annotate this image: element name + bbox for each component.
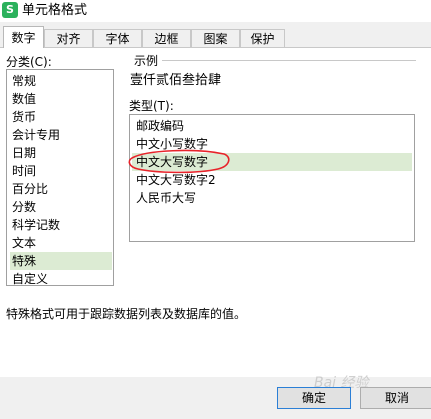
- type-list[interactable]: 邮政编码 中文小写数字 中文大写数字 中文大写数字2 人民币大写: [129, 114, 415, 242]
- sample-label: 示例: [134, 54, 159, 68]
- ok-button[interactable]: 确定: [277, 387, 351, 409]
- category-item-fraction[interactable]: 分数: [10, 198, 112, 216]
- category-item-currency[interactable]: 货币: [10, 108, 112, 126]
- tab-font[interactable]: 字体: [93, 29, 142, 47]
- cancel-button[interactable]: 取消: [360, 387, 431, 409]
- type-item-postal-code[interactable]: 邮政编码: [132, 117, 412, 135]
- tab-border[interactable]: 边框: [142, 29, 191, 47]
- type-label: 类型(T):: [129, 99, 174, 113]
- format-description: 特殊格式可用于跟踪数据列表及数据库的值。: [6, 307, 247, 321]
- category-list[interactable]: 常规 数值 货币 会计专用 日期 时间 百分比 分数 科学记数 文本 特殊 自定…: [6, 69, 114, 286]
- sample-value: 壹仟贰佰叁拾肆: [130, 73, 222, 88]
- category-label: 分类(C):: [6, 55, 52, 69]
- window-title: 单元格格式: [22, 3, 88, 18]
- category-item-custom[interactable]: 自定义: [10, 270, 112, 288]
- category-item-number[interactable]: 数值: [10, 90, 112, 108]
- category-item-general[interactable]: 常规: [10, 72, 112, 90]
- category-item-percentage[interactable]: 百分比: [10, 180, 112, 198]
- type-item-chinese-lowercase[interactable]: 中文小写数字: [132, 135, 412, 153]
- category-item-time[interactable]: 时间: [10, 162, 112, 180]
- category-item-date[interactable]: 日期: [10, 144, 112, 162]
- format-cells-dialog: S 单元格格式 数字 对齐 字体 边框 图案 保护 分类(C): 常规 数值 货…: [0, 0, 431, 419]
- category-item-scientific[interactable]: 科学记数: [10, 216, 112, 234]
- app-icon: S: [2, 2, 18, 18]
- sample-divider: [162, 60, 416, 61]
- category-item-special[interactable]: 特殊: [10, 252, 112, 270]
- tab-patterns[interactable]: 图案: [191, 29, 240, 47]
- category-item-accounting[interactable]: 会计专用: [10, 126, 112, 144]
- type-item-chinese-uppercase[interactable]: 中文大写数字: [132, 153, 412, 171]
- type-item-chinese-uppercase-2[interactable]: 中文大写数字2: [132, 171, 412, 189]
- tab-alignment[interactable]: 对齐: [44, 29, 93, 47]
- tab-protection[interactable]: 保护: [240, 29, 285, 47]
- tab-number[interactable]: 数字: [3, 26, 44, 48]
- type-item-rmb-uppercase[interactable]: 人民币大写: [132, 189, 412, 207]
- title-bar: S 单元格格式: [0, 0, 431, 22]
- category-item-text[interactable]: 文本: [10, 234, 112, 252]
